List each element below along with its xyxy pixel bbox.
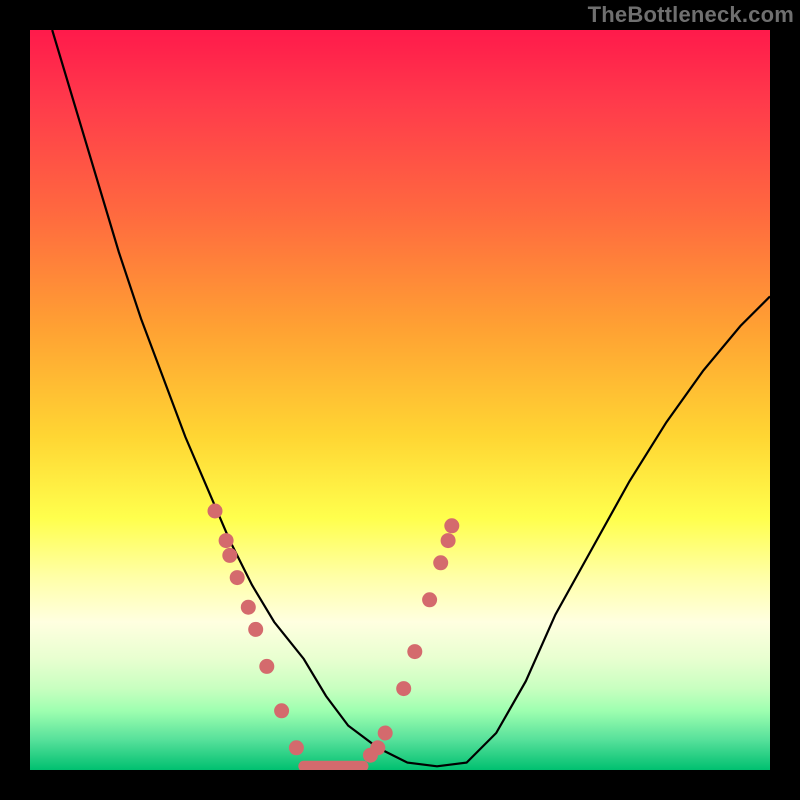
dot-left-0 [208,504,223,519]
highlight-dots-right [363,518,459,762]
dot-left-1 [219,533,234,548]
chart-stage: TheBottleneck.com [0,0,800,800]
chart-svg [30,30,770,770]
dot-right-2 [378,726,393,741]
watermark-text: TheBottleneck.com [588,2,794,28]
dot-left-7 [274,703,289,718]
highlight-dots-left [208,504,304,756]
dot-right-8 [444,518,459,533]
dot-left-3 [230,570,245,585]
dot-right-3 [396,681,411,696]
dot-right-5 [422,592,437,607]
dot-right-1 [370,740,385,755]
dot-left-5 [248,622,263,637]
dot-right-6 [433,555,448,570]
dot-left-6 [259,659,274,674]
dot-left-4 [241,600,256,615]
dot-left-8 [289,740,304,755]
dot-right-4 [407,644,422,659]
dot-left-2 [222,548,237,563]
dot-right-7 [441,533,456,548]
plot-area [30,30,770,770]
